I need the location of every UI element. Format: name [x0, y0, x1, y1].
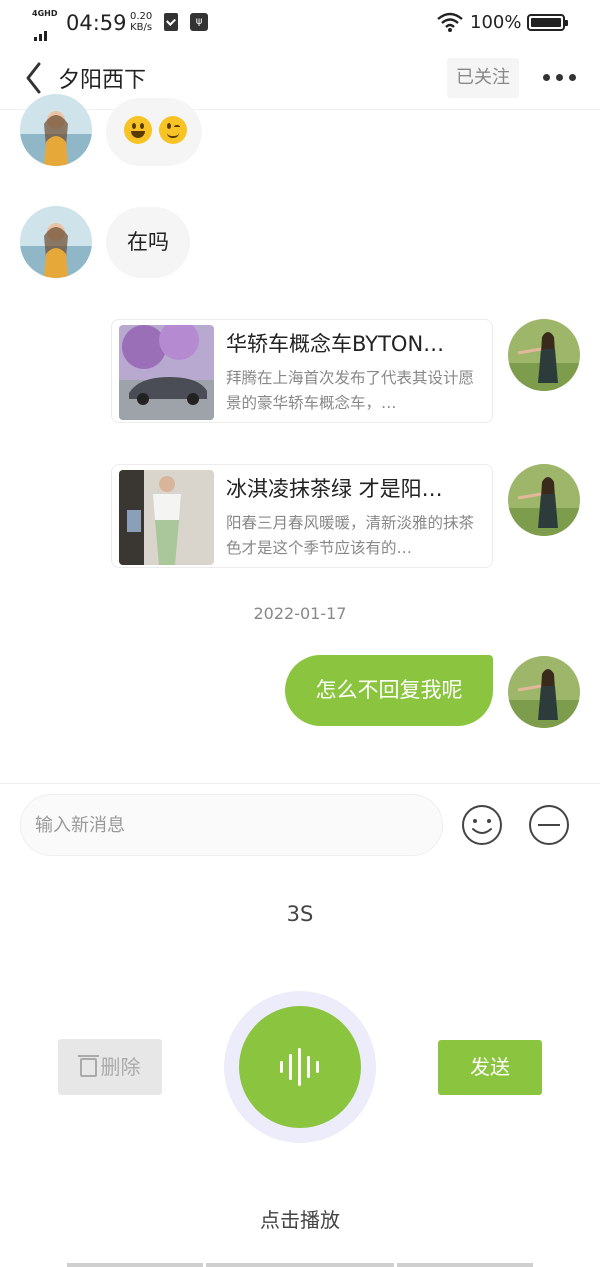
message-text: 怎么不回复我呢 [315, 678, 463, 702]
article-description: 拜腾在上海首次发布了代表其设计愿景的豪华轿车概念车，… [226, 369, 475, 412]
emoji-icon[interactable] [461, 804, 503, 846]
speed-value: 0.20 [130, 11, 153, 22]
article-thumbnail [119, 325, 214, 420]
my-avatar[interactable] [508, 319, 580, 391]
article-title: 华轿车概念车BYTON… [226, 332, 445, 356]
status-time: 04:59 [66, 11, 127, 35]
date-separator: 2022-01-17 [253, 604, 347, 623]
back-arrow-icon[interactable] [22, 60, 46, 96]
article-thumbnail [119, 470, 214, 565]
article-title: 冰淇凌抹茶绿 才是阳… [226, 477, 443, 501]
speed-unit: KB/s [130, 22, 153, 33]
contact-avatar[interactable] [20, 94, 92, 166]
network-speed: 0.20 KB/s [130, 11, 152, 33]
network-type: 4GHD [32, 9, 58, 18]
battery-percent: 100% [470, 12, 522, 33]
text-message-bubble: 在吗 [106, 207, 190, 278]
my-avatar[interactable] [508, 464, 580, 536]
article-card[interactable]: 冰淇凌抹茶绿 才是阳… 阳春三月春风暖暖，清新淡雅的抹茶色才是这个季节应该有的… [111, 464, 493, 568]
recording-duration: 3S [286, 902, 314, 926]
collapse-icon[interactable] [528, 804, 570, 846]
emoji-message-bubble [106, 98, 202, 166]
message-text: 在吗 [127, 230, 169, 254]
delete-label: 删除 [100, 1055, 141, 1079]
usb-icon: ψ [190, 13, 208, 31]
sound-wave-icon [280, 1048, 319, 1086]
winking-face-emoji [159, 116, 188, 144]
chat-header: 夕阳西下 已关注 [0, 46, 600, 110]
follow-button[interactable]: 已关注 [447, 58, 519, 98]
play-recording-button[interactable] [239, 1006, 361, 1128]
wifi-icon [437, 12, 463, 32]
article-description: 阳春三月春风暖暖，清新淡雅的抹茶色才是这个季节应该有的… [226, 514, 475, 557]
grinning-face-emoji [124, 116, 152, 144]
trash-icon [77, 1055, 99, 1077]
play-hint: 点击播放 [260, 1208, 340, 1232]
input-panel: 3S 删除 发送 点击播放 [0, 783, 600, 1267]
bottom-tab-indicator [0, 1263, 600, 1267]
my-avatar[interactable] [508, 656, 580, 728]
status-bar: 4GHD 04:59 0.20 KB/s ψ 100% [0, 0, 600, 46]
contact-avatar[interactable] [20, 206, 92, 278]
more-options-icon[interactable] [543, 74, 577, 82]
delete-recording-button[interactable]: 删除 [58, 1039, 162, 1095]
message-input[interactable] [20, 794, 443, 856]
page-title: 夕阳西下 [58, 68, 147, 93]
article-card[interactable]: 华轿车概念车BYTON… 拜腾在上海首次发布了代表其设计愿景的豪华轿车概念车，… [111, 319, 493, 423]
notification-icon [164, 13, 178, 31]
send-recording-button[interactable]: 发送 [438, 1040, 542, 1095]
battery-icon [527, 14, 568, 31]
sent-message-bubble: 怎么不回复我呢 [285, 655, 493, 726]
signal-icon: 4GHD [32, 9, 60, 41]
play-recording-ring [224, 991, 376, 1143]
